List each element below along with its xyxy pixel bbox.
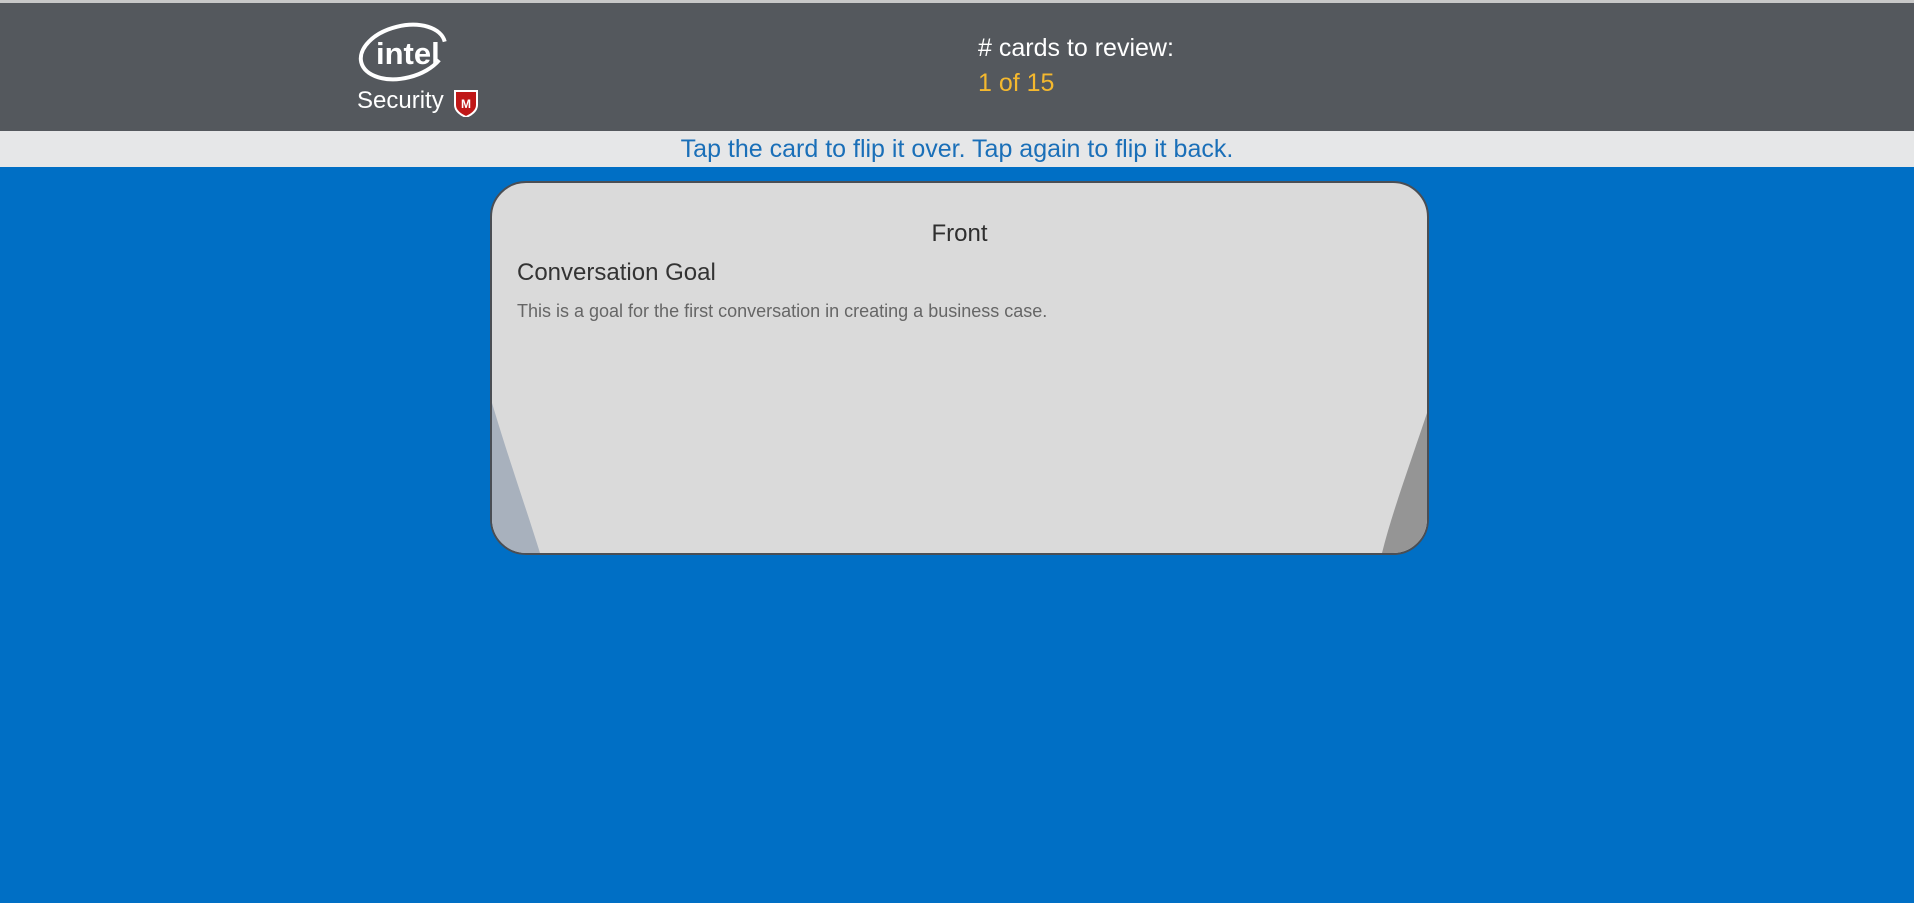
logo-subtitle: Security xyxy=(357,87,444,114)
left-page-curl xyxy=(492,403,540,553)
right-page-curl xyxy=(1382,413,1427,553)
card-side-label: Front xyxy=(931,220,988,247)
header: intel Security M # cards to review: 1 of… xyxy=(0,3,1914,131)
instruction-text: Tap the card to flip it over. Tap again … xyxy=(680,135,1234,163)
intel-security-logo: intel Security M xyxy=(356,21,484,117)
card-body: This is a goal for the first conversatio… xyxy=(517,301,1048,321)
flash-card[interactable]: Front Conversation Goal This is a goal f… xyxy=(490,181,1429,555)
instruction-bar: Tap the card to flip it over. Tap again … xyxy=(0,131,1914,167)
cards-to-review-count: 1 of 15 xyxy=(978,69,1055,97)
card-title: Conversation Goal xyxy=(517,259,716,286)
intel-security-logo-icon: intel Security M xyxy=(357,22,478,117)
cards-to-review-label: # cards to review: xyxy=(978,34,1174,62)
logo-badge-letter: M xyxy=(461,97,471,111)
logo-wordmark: intel xyxy=(376,36,440,71)
